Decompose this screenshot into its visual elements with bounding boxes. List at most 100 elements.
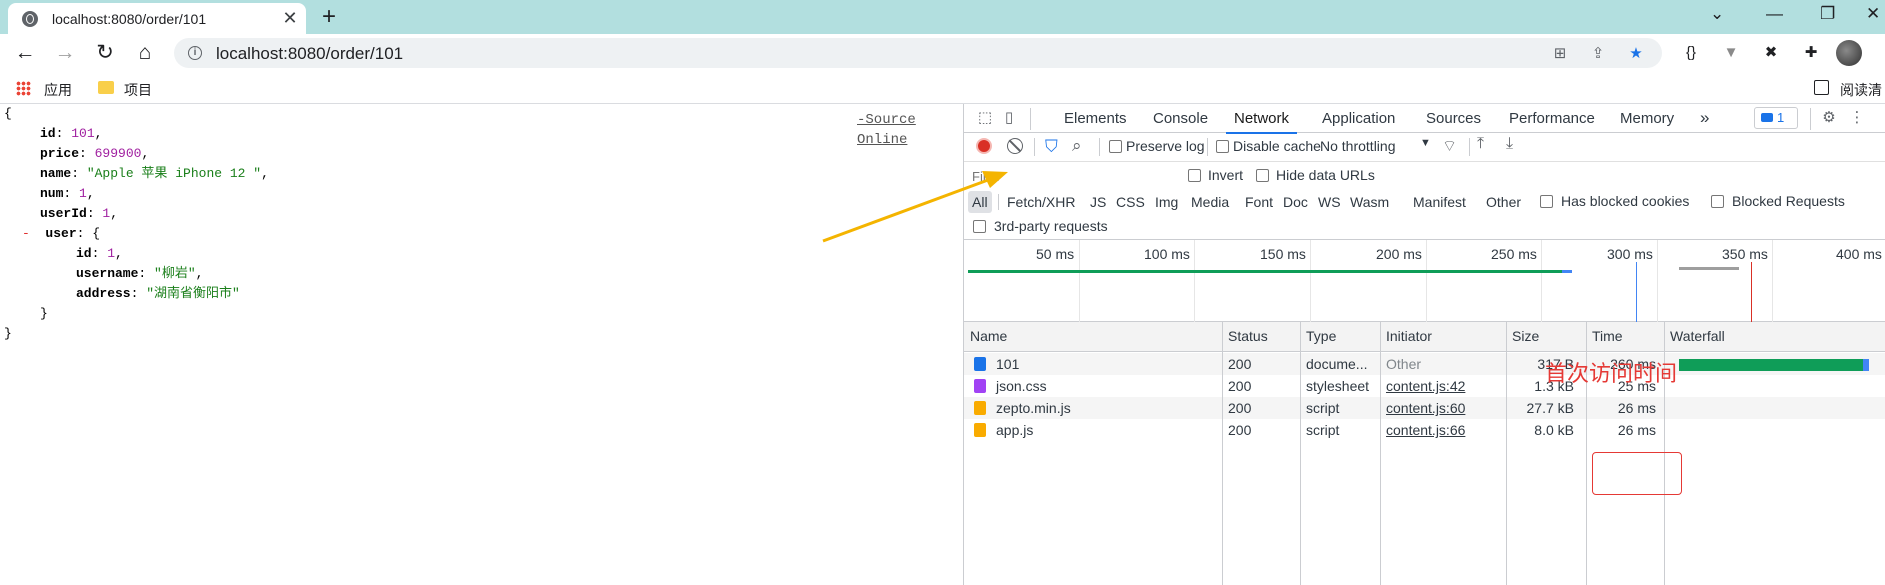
column-header-initiator[interactable]: Initiator (1386, 328, 1432, 344)
column-header-size[interactable]: Size (1512, 328, 1539, 344)
translate-icon[interactable]: ⊞ (1550, 44, 1570, 62)
filter-input[interactable] (968, 165, 1168, 187)
timeline-label: 150 ms (1260, 246, 1306, 262)
json-value: 1 (79, 186, 87, 201)
bookmark-apps[interactable]: 应用 (44, 80, 72, 100)
clear-icon[interactable] (1007, 138, 1023, 154)
waterfall-bar (1863, 359, 1869, 371)
column-divider[interactable] (1380, 322, 1381, 585)
column-header-time[interactable]: Time (1592, 328, 1623, 344)
device-toolbar-icon[interactable]: ▯ (998, 107, 1020, 129)
tab-memory[interactable]: Memory (1620, 104, 1674, 133)
column-divider[interactable] (1300, 322, 1301, 585)
column-header-waterfall[interactable]: Waterfall (1670, 328, 1725, 344)
home-icon[interactable]: ⌂ (130, 38, 160, 68)
column-header-type[interactable]: Type (1306, 328, 1336, 344)
reload-icon[interactable]: ↻ (90, 38, 120, 68)
browser-tab[interactable]: localhost:8080/order/101 ✕ (8, 3, 306, 34)
type-filter-other[interactable]: Other (1486, 191, 1521, 213)
extensions-puzzle-icon[interactable]: ✚ (1800, 42, 1822, 64)
tab-sources[interactable]: Sources (1426, 104, 1481, 133)
url-text[interactable]: localhost:8080/order/101 (216, 44, 403, 64)
new-tab-button[interactable]: + (322, 4, 336, 30)
close-tab-icon[interactable]: ✕ (280, 8, 300, 28)
type-filter-wasm[interactable]: Wasm (1350, 191, 1389, 213)
kebab-menu-icon[interactable]: ⋮ (1846, 107, 1868, 129)
tab-elements[interactable]: Elements (1064, 104, 1127, 133)
timeline-gridline (1310, 240, 1311, 323)
column-divider[interactable] (1222, 322, 1223, 585)
more-tabs-icon[interactable]: » (1700, 104, 1709, 133)
chevron-down-icon[interactable]: ▼ (1420, 137, 1431, 149)
type-filter-ws[interactable]: WS (1318, 191, 1341, 213)
hide-data-urls-checkbox[interactable] (1256, 169, 1269, 182)
blocked-requests-checkbox[interactable] (1711, 195, 1724, 208)
filter-funnel-icon[interactable]: ⛉ (1045, 137, 1058, 157)
maximize-button[interactable]: ❐ (1820, 4, 1835, 24)
apps-grid-icon[interactable] (16, 81, 31, 96)
gear-icon[interactable]: ⚙ (1818, 107, 1840, 129)
back-arrow-icon[interactable]: ← (10, 38, 40, 68)
bookmark-folder-project[interactable]: 项目 (124, 80, 152, 100)
json-key: name (40, 166, 72, 181)
profile-avatar[interactable] (1836, 40, 1862, 66)
throttling-select[interactable]: No throttling (1320, 138, 1395, 154)
issues-badge[interactable]: 1 (1754, 107, 1798, 129)
type-filter-img[interactable]: Img (1155, 191, 1178, 213)
address-bar[interactable]: i localhost:8080/order/101 ⊞ ⇪ ★ (174, 38, 1662, 68)
type-filter-doc[interactable]: Doc (1283, 191, 1308, 213)
disable-cache-checkbox[interactable] (1216, 140, 1229, 153)
column-divider[interactable] (1506, 322, 1507, 585)
cell-name: zepto.min.js (996, 400, 1071, 416)
cell-initiator-link[interactable]: content.js:42 (1386, 378, 1465, 394)
table-row[interactable]: zepto.min.js 200 script content.js:60 27… (964, 397, 1885, 419)
record-button[interactable] (976, 138, 992, 154)
disable-cache-label: Disable cache (1233, 138, 1321, 154)
table-row[interactable]: app.js 200 script content.js:66 8.0 kB 2… (964, 419, 1885, 441)
timeline-overview[interactable]: 50 ms 100 ms 150 ms 200 ms 250 ms 300 ms… (964, 239, 1885, 323)
search-icon[interactable]: ⌕ (1072, 136, 1082, 156)
reading-list-button[interactable]: 阅读清 (1840, 80, 1882, 100)
timeline-gridline (1079, 240, 1080, 323)
cell-initiator-link[interactable]: content.js:60 (1386, 400, 1465, 416)
type-filter-js[interactable]: JS (1090, 191, 1106, 213)
tab-application[interactable]: Application (1322, 104, 1395, 133)
json-key: username (76, 266, 139, 281)
share-icon[interactable]: ⇪ (1588, 44, 1608, 62)
invert-checkbox[interactable] (1188, 169, 1201, 182)
online-link[interactable]: Online (857, 132, 907, 148)
tab-performance[interactable]: Performance (1509, 104, 1595, 133)
collapse-toggle[interactable]: - (22, 226, 30, 241)
import-har-icon[interactable]: ⤒ (1477, 135, 1484, 153)
type-filter-media[interactable]: Media (1191, 191, 1229, 213)
tab-console[interactable]: Console (1153, 104, 1208, 133)
tab-network[interactable]: Network (1225, 104, 1298, 134)
export-har-icon[interactable]: ⤓ (1506, 135, 1513, 153)
minimize-button[interactable]: — (1766, 4, 1783, 24)
type-filter-font[interactable]: Font (1245, 191, 1273, 213)
preserve-log-checkbox[interactable] (1109, 140, 1122, 153)
column-header-name[interactable]: Name (970, 328, 1007, 344)
type-filter-manifest[interactable]: Manifest (1413, 191, 1466, 213)
bookmark-star-icon[interactable]: ★ (1626, 44, 1646, 62)
type-filter-css[interactable]: CSS (1116, 191, 1145, 213)
type-filter-fetch-xhr[interactable]: Fetch/XHR (1007, 191, 1075, 213)
json-value: "柳岩" (154, 266, 196, 281)
table-row[interactable]: 101 200 docume... Other 317 B 260 ms (964, 353, 1885, 375)
third-party-checkbox[interactable] (973, 220, 986, 233)
cell-initiator-link[interactable]: content.js:66 (1386, 422, 1465, 438)
json-extension-icon[interactable]: {} (1680, 42, 1702, 64)
inspect-element-icon[interactable]: ⬚ (974, 107, 996, 129)
forward-arrow-icon[interactable]: → (50, 38, 80, 68)
tab-search-icon[interactable]: ⌄ (1710, 4, 1724, 24)
network-conditions-icon[interactable]: ⌔ (1442, 136, 1457, 156)
info-icon[interactable]: i (188, 46, 202, 60)
vue-extension-icon[interactable]: ▼ (1720, 42, 1742, 64)
close-window-button[interactable]: ✕ (1866, 4, 1880, 24)
type-filter-all[interactable]: All (968, 191, 992, 213)
source-link[interactable]: -Source (857, 112, 916, 128)
has-blocked-cookies-checkbox[interactable] (1540, 195, 1553, 208)
table-row[interactable]: json.css 200 stylesheet content.js:42 1.… (964, 375, 1885, 397)
x-extension-icon[interactable]: ✖ (1760, 42, 1782, 64)
column-header-status[interactable]: Status (1228, 328, 1268, 344)
